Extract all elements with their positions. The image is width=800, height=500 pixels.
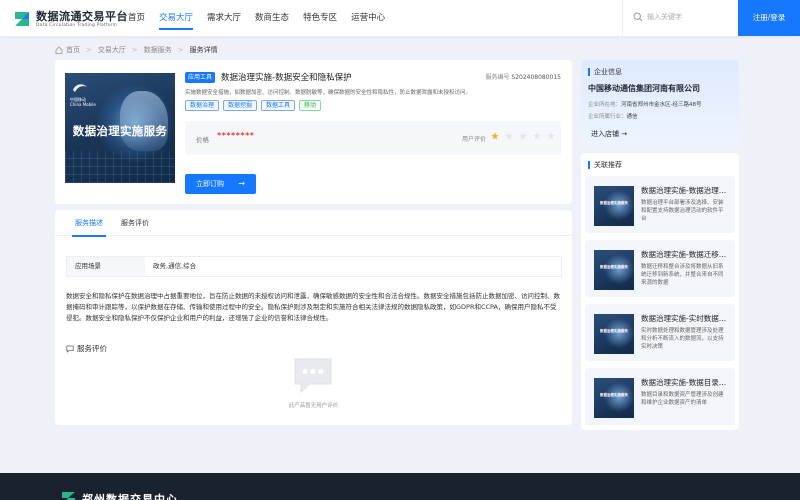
order-now-button[interactable]: 立即订购 → bbox=[185, 174, 256, 194]
recommend-thumbnail: 数据治理实施服务 bbox=[594, 378, 634, 418]
company-address: 企业所在地：河南省郑州市金水区-经三路48号 bbox=[588, 102, 702, 108]
nav-item-featured-zone[interactable]: 特色专区 bbox=[303, 0, 337, 36]
cover-title: 数据治理实施服务 bbox=[72, 124, 168, 138]
product-card: 中国移动 China Mobile 数据治理实施服务 应用工具 数据治理实施-数据… bbox=[55, 60, 572, 204]
brand-title: 数据流通交易平台 bbox=[36, 10, 128, 23]
nav-item-trading-hall[interactable]: 交易大厅 bbox=[159, 0, 194, 36]
tag-data-tools[interactable]: 数据工具 bbox=[261, 100, 296, 111]
brand-subtitle: Data Circulation Trading Platform bbox=[36, 23, 118, 28]
product-cover-image: 中国移动 China Mobile 数据治理实施服务 bbox=[65, 73, 175, 183]
breadcrumb: 首页 > 交易大厅 > 数据服务 > 服务详情 bbox=[55, 45, 218, 55]
recommend-desc: 数据迁移和整合涉及将数据从旧系统迁移到新系统，并整合来自不同来源的数据 bbox=[641, 264, 724, 286]
service-description-text: 数据安全和隐私保护在数据治理中占据重要地位，旨在防止数据的未授权访问和泄露，确保… bbox=[66, 292, 560, 322]
star-icon bbox=[547, 132, 555, 140]
star-icon bbox=[505, 132, 513, 140]
platform-logo-icon[interactable] bbox=[12, 8, 34, 30]
tag-data-governance[interactable]: 数据治理 bbox=[185, 100, 220, 111]
breadcrumb-separator: > bbox=[86, 46, 92, 54]
detail-tabs: 服务描述 服务评价 bbox=[55, 210, 572, 237]
recommend-item[interactable]: 数据治理实施服务 数据治理实施-数据目录和元数据管理 数据目录和数据资产管理涉及… bbox=[585, 368, 735, 425]
recommend-item[interactable]: 数据治理实施服务 数据治理实施-数据迁移与整合 数据迁移和整合涉及将数据从旧系统… bbox=[585, 240, 735, 297]
footer-title: 郑州数据交易中心 bbox=[82, 493, 178, 500]
comment-icon bbox=[66, 345, 74, 353]
recommend-desc: 数据治理平台部署涉及选择、安装和配置支持数据治理活动的软件平台 bbox=[641, 200, 724, 222]
price-box: 价格 ******** 用户评价 bbox=[185, 121, 561, 155]
search-input[interactable] bbox=[647, 9, 735, 25]
breadcrumb-trading-hall[interactable]: 交易大厅 bbox=[98, 45, 126, 55]
nav-item-ecosystem[interactable]: 数商生态 bbox=[255, 0, 289, 36]
recommend-thumbnail: 数据治理实施服务 bbox=[594, 314, 634, 354]
recommend-title: 数据治理实施-数据治理平台 bbox=[641, 186, 729, 195]
recommend-title: 数据治理实施-数据迁移与整合 bbox=[641, 250, 729, 259]
tag-mobile[interactable]: 移动 bbox=[299, 100, 322, 111]
recommendation-card: 关联推荐 数据治理实施服务 数据治理实施-数据治理平台 数据治理平台部署涉及选择… bbox=[581, 153, 739, 430]
company-name: 中国移动通信集团河南有限公司 bbox=[588, 84, 700, 93]
star-icon bbox=[519, 132, 527, 140]
search-icon[interactable] bbox=[633, 12, 643, 22]
detail-card: 服务描述 服务评价 应用场景 政务,通信,综合 数据安全和隐私保护在数据治理中占… bbox=[55, 210, 572, 425]
scene-label: 应用场景 bbox=[67, 257, 145, 276]
search-box bbox=[622, 0, 738, 36]
scene-value: 政务,通信,综合 bbox=[153, 262, 197, 270]
cover-brand-text: 中国移动 China Mobile bbox=[70, 97, 96, 107]
footer-logo-icon bbox=[62, 492, 75, 500]
recommend-section-title: 关联推荐 bbox=[588, 160, 622, 170]
breadcrumb-separator: > bbox=[131, 46, 138, 54]
company-info-card: 企业信息 中国移动通信集团河南有限公司 企业所在地：河南省郑州市金水区-经三路4… bbox=[581, 60, 739, 145]
breadcrumb-data-service[interactable]: 数据服务 bbox=[144, 45, 172, 55]
tab-service-description[interactable]: 服务描述 bbox=[72, 210, 106, 237]
product-type-badge: 应用工具 bbox=[185, 72, 216, 83]
product-description: 实施数据安全措施，如数据加密、访问控制、数据脱敏等，确保数据的安全性和隐私性，防… bbox=[185, 90, 472, 96]
nav-item-operation-center[interactable]: 运营中心 bbox=[351, 0, 385, 36]
rating-label: 用户评价 bbox=[462, 136, 487, 143]
review-section-title: 服务评价 bbox=[66, 343, 107, 354]
company-industry: 企业所属行业：通信 bbox=[588, 114, 638, 120]
star-icon bbox=[533, 132, 541, 140]
tab-service-review[interactable]: 服务评价 bbox=[121, 210, 149, 236]
main-nav: 首页 交易大厅 需求大厅 数商生态 特色专区 运营中心 bbox=[128, 0, 399, 36]
recommend-thumbnail: 数据治理实施服务 bbox=[594, 250, 634, 290]
company-section-title: 企业信息 bbox=[588, 67, 622, 77]
top-header: 数据流通交易平台 Data Circulation Trading Platfo… bbox=[0, 0, 800, 36]
recommend-desc: 数据目录和数据资产管理涉及创建和维护企业数据资产的清单 bbox=[641, 392, 724, 406]
arrow-right-icon: → bbox=[238, 179, 245, 188]
product-title: 数据治理实施-数据安全和隐私保护 bbox=[221, 73, 352, 83]
login-register-button[interactable]: 注册/登录 bbox=[738, 0, 800, 36]
empty-review-text: 此产品暂无用户评价 bbox=[288, 403, 339, 409]
price-label: 价格 bbox=[196, 136, 209, 144]
china-mobile-logo-icon bbox=[73, 84, 87, 92]
footer: 郑州数据交易中心 bbox=[0, 473, 800, 500]
service-number: 服务编号 S202408080015 bbox=[485, 74, 561, 81]
recommend-thumbnail: 数据治理实施服务 bbox=[594, 186, 634, 226]
breadcrumb-current: 服务详情 bbox=[189, 46, 218, 54]
breadcrumb-home[interactable]: 首页 bbox=[66, 45, 80, 55]
product-tags: 数据治理 数据挖掘 数据工具 移动 bbox=[185, 100, 325, 111]
arrow-right-icon: → bbox=[621, 130, 628, 138]
application-scene-row: 应用场景 政务,通信,综合 bbox=[66, 256, 562, 277]
price-value: ******** bbox=[217, 131, 255, 140]
recommend-title: 数据治理实施-实时数据管理 bbox=[641, 314, 729, 323]
enter-store-link[interactable]: 进入店铺 → bbox=[591, 129, 627, 139]
nav-item-home[interactable]: 首页 bbox=[128, 0, 145, 36]
star-icon bbox=[491, 132, 499, 140]
empty-comment-icon bbox=[294, 358, 332, 394]
recommend-item[interactable]: 数据治理实施服务 数据治理实施-实时数据管理 实时数据处理和数据管理涉及处理和分… bbox=[585, 304, 735, 361]
home-icon bbox=[55, 46, 63, 54]
recommend-title: 数据治理实施-数据目录和元数据管理 bbox=[641, 378, 729, 387]
nav-item-demand-hall[interactable]: 需求大厅 bbox=[207, 0, 241, 36]
breadcrumb-separator: > bbox=[177, 46, 184, 54]
rating-stars bbox=[491, 132, 561, 140]
recommend-item[interactable]: 数据治理实施服务 数据治理实施-数据治理平台 数据治理平台部署涉及选择、安装和配… bbox=[585, 176, 735, 233]
recommend-desc: 实时数据处理和数据管理涉及处理和分析不断流入的数据流，以支持实时决策 bbox=[641, 328, 724, 350]
tag-data-mining[interactable]: 数据挖掘 bbox=[223, 100, 258, 111]
